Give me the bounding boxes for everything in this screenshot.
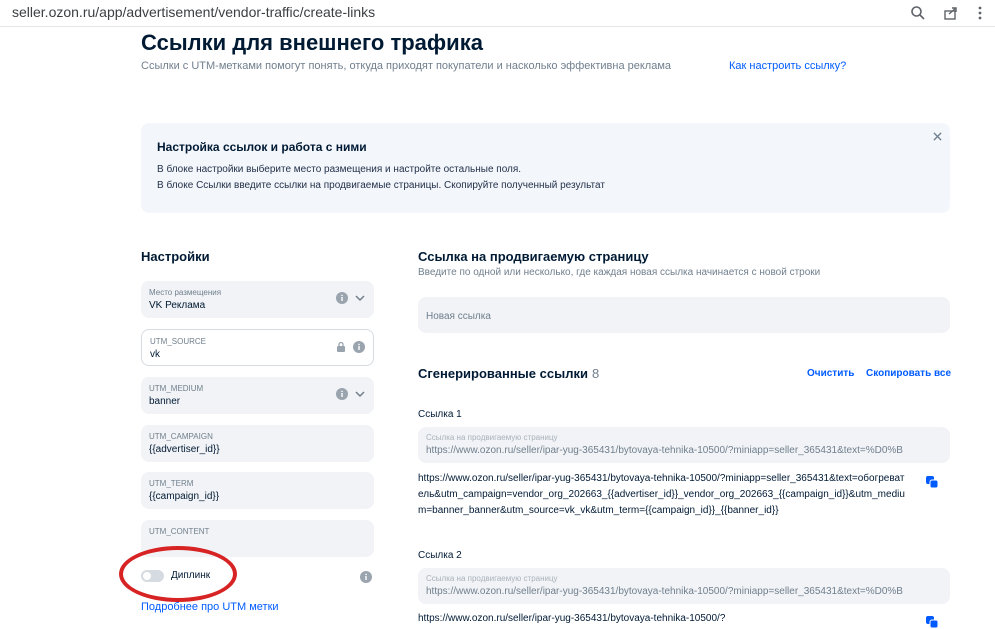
field-label: Ссылка на продвигаемую страницу <box>426 433 558 442</box>
deeplink-label: Диплинк <box>171 570 211 581</box>
field-value: VK Реклама <box>149 300 206 311</box>
field-value: vk <box>150 349 160 360</box>
chevron-down-icon[interactable] <box>354 388 366 400</box>
info-icon[interactable] <box>353 341 365 353</box>
close-icon[interactable] <box>929 128 945 144</box>
generated-title: Сгенерированные ссылки 8 <box>418 366 599 381</box>
deeplink-toggle[interactable] <box>141 570 164 582</box>
utm-content-field[interactable]: UTM_CONTENT <box>141 520 374 557</box>
lock-icon <box>337 341 345 352</box>
field-value: {{campaign_id}} <box>149 491 220 502</box>
generated-title-text: Сгенерированные ссылки <box>418 366 588 381</box>
notice-text: В блоке настройки выберите место размеще… <box>157 164 522 175</box>
more-icon[interactable] <box>970 3 990 23</box>
field-label: UTM_CONTENT <box>149 527 210 536</box>
source-link-field[interactable]: Ссылка на продвигаемую страницу https://… <box>418 568 950 604</box>
info-icon[interactable] <box>336 388 348 400</box>
link-label: Ссылка 1 <box>418 409 462 420</box>
generated-link-text[interactable]: https://www.ozon.ru/seller/ipar-yug-3654… <box>418 471 908 519</box>
field-value: https://www.ozon.ru/seller/ipar-yug-3654… <box>426 445 903 456</box>
address-bar[interactable]: seller.ozon.ru/app/advertisement/vendor-… <box>0 0 995 27</box>
utm-campaign-field[interactable]: UTM_CAMPAIGN {{advertiser_id}} <box>141 425 374 462</box>
utm-help-link[interactable]: Подробнее про UTM метки <box>141 601 279 613</box>
page-title: Ссылки для внешнего трафика <box>141 30 483 55</box>
utm-source-field[interactable]: UTM_SOURCE vk <box>141 329 374 366</box>
field-label: UTM_SOURCE <box>150 337 207 346</box>
utm-term-field[interactable]: UTM_TERM {{campaign_id}} <box>141 472 374 509</box>
field-value: {{advertiser_id}} <box>149 444 220 455</box>
field-label: UTM_CAMPAIGN <box>149 432 213 441</box>
new-link-placeholder: Новая ссылка <box>426 311 491 322</box>
source-link-field[interactable]: Ссылка на продвигаемую страницу https://… <box>418 427 950 463</box>
new-link-input[interactable] <box>418 297 950 333</box>
field-value: https://www.ozon.ru/seller/ipar-yug-3654… <box>426 586 903 597</box>
field-label: UTM_TERM <box>149 479 194 488</box>
field-label: Ссылка на продвигаемую страницу <box>426 574 558 583</box>
clear-button[interactable]: Очистить <box>807 368 854 379</box>
share-icon[interactable] <box>941 3 961 23</box>
info-icon[interactable] <box>360 570 372 583</box>
field-label: UTM_MEDIUM <box>149 384 204 393</box>
generated-link-text[interactable]: https://www.ozon.ru/seller/ipar-yug-3654… <box>418 611 908 627</box>
notice-text: В блоке Ссылки введите ссылки на продвиг… <box>157 180 605 191</box>
url-text[interactable]: seller.ozon.ru/app/advertisement/vendor-… <box>12 4 375 20</box>
toggle-knob <box>143 572 151 580</box>
chevron-down-icon[interactable] <box>354 292 366 304</box>
copy-icon[interactable] <box>925 475 939 489</box>
notice-title: Настройка ссылок и работа с ними <box>157 140 367 154</box>
promoted-title: Ссылка на продвигаемую страницу <box>418 249 649 264</box>
link-label: Ссылка 2 <box>418 550 462 561</box>
generated-count: 8 <box>591 366 600 381</box>
field-label: Место размещения <box>149 288 222 297</box>
copy-all-button[interactable]: Скопировать все <box>866 368 951 379</box>
promoted-subtitle: Введите по одной или несколько, где кажд… <box>418 267 821 278</box>
placement-select[interactable]: Место размещения VK Реклама <box>141 281 374 318</box>
page-subtitle: Ссылки с UTM-метками помогут понять, отк… <box>141 60 672 72</box>
utm-medium-select[interactable]: UTM_MEDIUM banner <box>141 377 374 414</box>
field-value: banner <box>149 396 181 407</box>
settings-title: Настройки <box>141 249 210 264</box>
help-link[interactable]: Как настроить ссылку? <box>729 60 846 72</box>
zoom-icon[interactable] <box>908 3 928 23</box>
info-icon[interactable] <box>336 292 348 304</box>
